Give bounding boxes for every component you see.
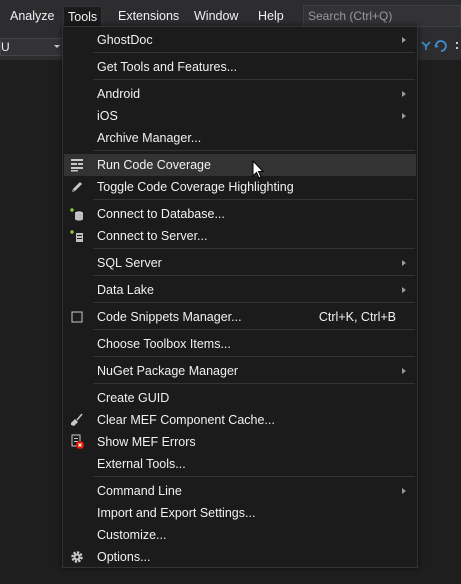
menu-item-label: Command Line — [97, 484, 182, 498]
menu-item-label: SQL Server — [97, 256, 162, 270]
refresh-icon[interactable] — [432, 38, 448, 54]
menu-item-label: Connect to Database... — [97, 207, 225, 221]
menu-item-command-line[interactable]: Command Line — [64, 480, 416, 502]
menu-extensions[interactable]: Extensions — [114, 7, 183, 25]
menu-item-customize[interactable]: Customize... — [64, 524, 416, 546]
snippet-checkbox-icon — [71, 311, 83, 323]
separator — [93, 52, 415, 53]
menu-item-label: Connect to Server... — [97, 229, 208, 243]
menu-item-run-code-coverage[interactable]: Run Code Coverage — [64, 154, 416, 176]
separator — [93, 329, 415, 330]
mef-errors-icon — [71, 434, 84, 449]
menu-item-nuget[interactable]: NuGet Package Manager — [64, 360, 416, 382]
submenu-arrow-icon — [402, 488, 406, 494]
broom-icon — [71, 413, 83, 426]
separator — [93, 275, 415, 276]
separator — [93, 476, 415, 477]
database-connect-icon — [70, 208, 83, 221]
menu-window[interactable]: Window — [190, 7, 242, 25]
search-input[interactable]: Search (Ctrl+Q) — [303, 5, 461, 27]
menu-item-get-tools[interactable]: Get Tools and Features... — [64, 56, 416, 78]
menu-item-choose-toolbox[interactable]: Choose Toolbox Items... — [64, 333, 416, 355]
menu-item-label: External Tools... — [97, 457, 186, 471]
menu-item-label: iOS — [97, 109, 118, 123]
chevron-down-icon[interactable] — [54, 45, 60, 48]
menu-item-label: Archive Manager... — [97, 131, 202, 145]
submenu-arrow-icon — [402, 37, 406, 43]
menu-item-ios[interactable]: iOS — [64, 105, 416, 127]
menu-item-label: Code Snippets Manager... — [97, 310, 242, 324]
menu-item-code-snippets[interactable]: Code Snippets Manager... Ctrl+K, Ctrl+B — [64, 306, 416, 328]
menu-item-external-tools[interactable]: External Tools... — [64, 453, 416, 475]
menu-help[interactable]: Help — [254, 7, 288, 25]
submenu-arrow-icon — [402, 113, 406, 119]
menu-item-label: Options... — [97, 550, 151, 564]
menu-item-label: Customize... — [97, 528, 167, 542]
menu-item-label: Import and Export Settings... — [97, 506, 256, 520]
menu-item-ghostdoc[interactable]: GhostDoc — [64, 29, 416, 51]
submenu-arrow-icon — [402, 260, 406, 266]
mouse-cursor-icon — [252, 160, 265, 179]
menu-item-label: NuGet Package Manager — [97, 364, 239, 378]
gear-icon — [71, 551, 83, 563]
server-connect-icon — [70, 230, 83, 242]
separator — [93, 150, 415, 151]
menu-item-archive-manager[interactable]: Archive Manager... — [64, 127, 416, 149]
separator — [93, 199, 415, 200]
menu-analyze[interactable]: Analyze — [6, 7, 58, 25]
separator — [93, 383, 415, 384]
separator — [93, 356, 415, 357]
menu-item-data-lake[interactable]: Data Lake — [64, 279, 416, 301]
submenu-arrow-icon — [402, 91, 406, 97]
menu-item-label: Choose Toolbox Items... — [97, 337, 231, 351]
menu-item-options[interactable]: Options... — [64, 546, 416, 568]
separator — [93, 302, 415, 303]
menu-item-create-guid[interactable]: Create GUID — [64, 387, 416, 409]
menu-item-label: GhostDoc — [97, 33, 153, 47]
menu-item-label: Run Code Coverage — [97, 158, 211, 172]
menu-item-connect-server[interactable]: Connect to Server... — [64, 225, 416, 247]
menu-item-shortcut: Ctrl+K, Ctrl+B — [318, 310, 396, 324]
menu-item-show-mef-errors[interactable]: Show MEF Errors — [64, 431, 416, 453]
menu-item-toggle-code-coverage[interactable]: Toggle Code Coverage Highlighting — [64, 176, 416, 198]
menu-item-label: Get Tools and Features... — [97, 60, 238, 74]
menu-item-label: Data Lake — [97, 283, 154, 297]
menu-item-label: Create GUID — [97, 391, 170, 405]
submenu-arrow-icon — [402, 287, 406, 293]
menu-item-label: Show MEF Errors — [97, 435, 196, 449]
separator — [93, 79, 415, 80]
menu-item-android[interactable]: Android — [64, 83, 416, 105]
menu-item-connect-database[interactable]: Connect to Database... — [64, 203, 416, 225]
pencil-icon — [72, 182, 82, 192]
code-coverage-icon — [71, 159, 83, 172]
toolbar-more-icon[interactable] — [451, 38, 461, 54]
menu-item-import-export[interactable]: Import and Export Settings... — [64, 502, 416, 524]
tools-menu: GhostDoc Get Tools and Features... Andro… — [62, 26, 418, 568]
menu-item-label: Clear MEF Component Cache... — [97, 413, 275, 427]
menu-item-label: Android — [97, 87, 141, 101]
menu-item-sql-server[interactable]: SQL Server — [64, 252, 416, 274]
menu-item-clear-mef-cache[interactable]: Clear MEF Component Cache... — [64, 409, 416, 431]
submenu-arrow-icon — [402, 368, 406, 374]
menu-tools[interactable]: Tools — [63, 6, 103, 27]
separator — [93, 248, 415, 249]
